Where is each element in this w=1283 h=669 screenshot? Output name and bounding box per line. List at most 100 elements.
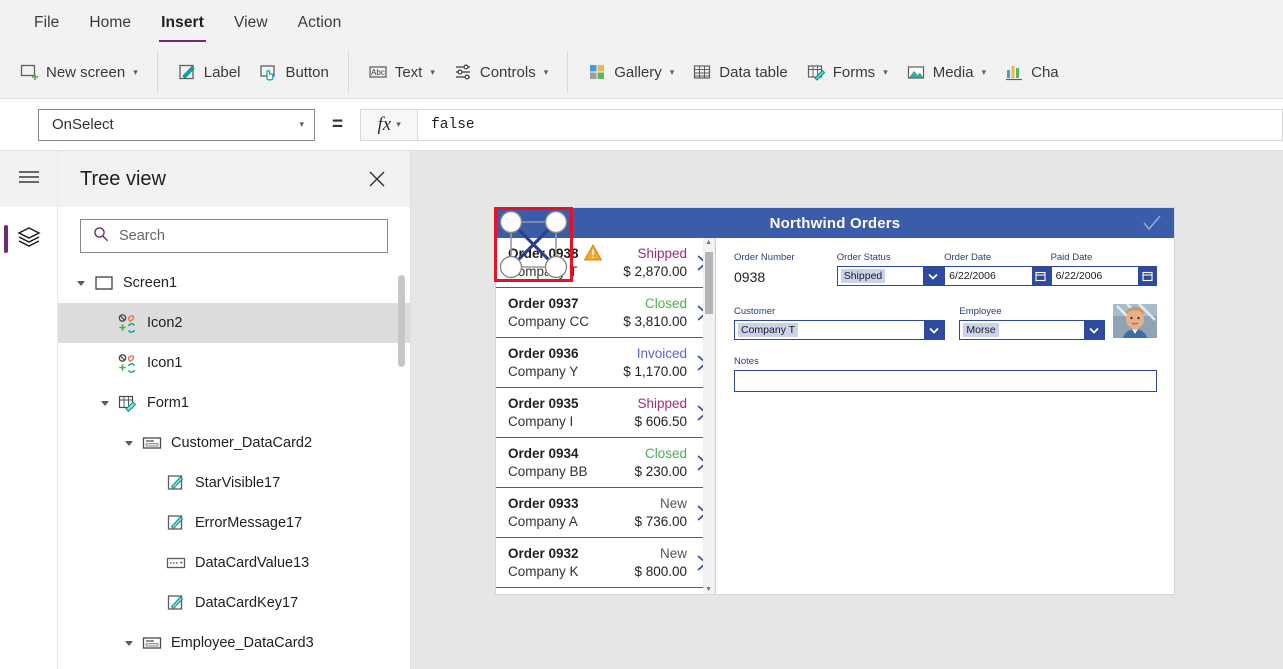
search-input[interactable] bbox=[119, 228, 375, 244]
notes-input[interactable] bbox=[734, 370, 1157, 392]
new-screen-button[interactable]: New screen ▾ bbox=[10, 56, 147, 88]
text-button[interactable]: Abc Text ▾ bbox=[359, 56, 444, 88]
controls-button[interactable]: Controls ▾ bbox=[444, 56, 557, 88]
chevron-down-icon: ▾ bbox=[396, 119, 401, 129]
data-table-button[interactable]: Data table bbox=[683, 56, 796, 88]
gallery-order-number: Order 0936 bbox=[508, 345, 579, 361]
tree-item-datacardkey17[interactable]: DataCardKey17 bbox=[58, 583, 410, 623]
detail-row-1: Order Number 0938 Order Status Shipped O… bbox=[734, 252, 1158, 288]
gallery-order-number: Order 0934 bbox=[508, 445, 579, 461]
tree-item-label: Screen1 bbox=[123, 275, 178, 291]
gallery-status: Invoiced bbox=[636, 345, 687, 361]
fx-icon: fx bbox=[377, 113, 392, 135]
property-selector-value: OnSelect bbox=[52, 116, 114, 133]
order-number-value: 0938 bbox=[734, 269, 766, 285]
expand-twisty-icon[interactable] bbox=[122, 436, 136, 450]
calendar-icon[interactable] bbox=[1031, 267, 1050, 285]
expand-twisty-icon[interactable] bbox=[98, 396, 112, 410]
hamburger-menu-button[interactable] bbox=[0, 151, 57, 207]
forms-button[interactable]: Forms ▾ bbox=[797, 56, 897, 88]
no-twisty bbox=[146, 556, 160, 570]
tree-item-starvisible17[interactable]: StarVisible17 bbox=[58, 463, 410, 503]
tree-item-icon2[interactable]: Icon2 bbox=[58, 303, 410, 343]
ribbon-toolbar: New screen ▾ Label Button Abc Text ▾ Con… bbox=[0, 46, 1283, 99]
menu-item-view[interactable]: View bbox=[232, 10, 270, 36]
chevron-down-icon: ▾ bbox=[543, 66, 549, 77]
gallery-item[interactable]: Order 0938 Company T Shipped $ 2,870.00 bbox=[496, 238, 715, 288]
tree-scrollbar-thumb[interactable] bbox=[398, 275, 405, 367]
order-date-picker[interactable]: 6/22/2006 bbox=[944, 266, 1051, 286]
label-button[interactable]: Label bbox=[168, 56, 250, 88]
close-icon[interactable] bbox=[366, 168, 388, 190]
employee-avatar bbox=[1113, 304, 1157, 338]
tree-item-datacardvalue13[interactable]: DataCardValue13 bbox=[58, 543, 410, 583]
gallery-company: Company K bbox=[508, 563, 579, 579]
tree-item-errormessage17[interactable]: ErrorMessage17 bbox=[58, 503, 410, 543]
tree-view-rail-button[interactable] bbox=[0, 207, 57, 271]
tree-item-screen1[interactable]: Screen1 bbox=[58, 263, 410, 303]
paid-date-label: Paid Date bbox=[1050, 252, 1093, 263]
gallery-button-label: Gallery bbox=[614, 63, 662, 81]
employee-dropdown[interactable]: Morse bbox=[959, 320, 1105, 340]
gallery-item[interactable]: Order 0934 Company BB Closed $ 230.00 bbox=[496, 438, 715, 488]
tree-item-label: StarVisible17 bbox=[195, 475, 281, 491]
menu-item-insert[interactable]: Insert bbox=[159, 10, 206, 42]
dropdown-chevron-icon[interactable] bbox=[923, 267, 944, 285]
tree-list[interactable]: Screen1 Icon2 Icon1 Form1 Customer_DataC… bbox=[58, 263, 410, 669]
scroll-down-arrow-icon[interactable]: ▼ bbox=[705, 586, 712, 593]
menu-item-file[interactable]: File bbox=[32, 10, 61, 36]
gallery-item[interactable]: Order 0933 Company A New $ 736.00 bbox=[496, 488, 715, 538]
tree-item-customer-datacard2[interactable]: Customer_DataCard2 bbox=[58, 423, 410, 463]
expand-twisty-icon[interactable] bbox=[122, 636, 136, 650]
expand-twisty-icon[interactable] bbox=[74, 276, 88, 290]
notes-label: Notes bbox=[734, 356, 759, 367]
media-button[interactable]: Media ▾ bbox=[897, 56, 995, 88]
layers-icon bbox=[16, 224, 42, 255]
customer-dropdown[interactable]: Company T bbox=[734, 320, 946, 340]
tree-view-title: Tree view bbox=[80, 167, 166, 190]
gallery-scrollbar-thumb[interactable] bbox=[705, 252, 713, 314]
notes-field: Notes bbox=[734, 356, 1157, 392]
scroll-up-arrow-icon[interactable]: ▲ bbox=[705, 239, 712, 246]
orders-gallery[interactable]: Order 0938 Company T Shipped $ 2,870.00 bbox=[496, 238, 716, 594]
calendar-icon[interactable] bbox=[1138, 267, 1157, 285]
search-box[interactable] bbox=[80, 219, 388, 253]
tree-item-form1[interactable]: Form1 bbox=[58, 383, 410, 423]
menu-item-home[interactable]: Home bbox=[87, 10, 133, 36]
order-status-dropdown[interactable]: Shipped bbox=[836, 266, 945, 286]
gallery-amount: $ 800.00 bbox=[634, 563, 687, 579]
gallery-item[interactable]: Order 0935 Company I Shipped $ 606.50 bbox=[496, 388, 715, 438]
text-icon: Abc bbox=[368, 62, 388, 82]
tree-item-label: Employee_DataCard3 bbox=[171, 635, 314, 651]
gallery-scrollbar[interactable]: ▲ ▼ bbox=[703, 238, 715, 594]
power-apps-studio: File Home Insert View Action New screen … bbox=[0, 0, 1283, 669]
app-canvas-area: Northwind Orders Order 0938 Company T Sh… bbox=[411, 151, 1283, 669]
icon-control-icon bbox=[117, 312, 139, 334]
check-icon[interactable] bbox=[1142, 214, 1162, 232]
label-ctl-icon bbox=[165, 592, 187, 614]
gallery-item[interactable]: Order 0937 Company CC Closed $ 3,810.00 bbox=[496, 288, 715, 338]
gallery-company: Company BB bbox=[508, 463, 588, 479]
charts-button[interactable]: Cha bbox=[995, 56, 1068, 88]
fx-button[interactable]: fx ▾ bbox=[360, 108, 418, 141]
icon-control-icon bbox=[117, 352, 139, 374]
dropdown-chevron-icon[interactable] bbox=[1084, 321, 1104, 339]
dropdown-chevron-icon[interactable] bbox=[924, 321, 945, 339]
button-button[interactable]: Button bbox=[249, 56, 337, 88]
gallery-button[interactable]: Gallery ▾ bbox=[578, 56, 683, 88]
gallery-amount: $ 230.00 bbox=[634, 463, 687, 479]
property-selector[interactable]: OnSelect ▾ bbox=[38, 108, 315, 141]
order-number-label: Order Number bbox=[734, 252, 795, 263]
no-twisty bbox=[146, 476, 160, 490]
form-icon bbox=[117, 392, 139, 414]
gallery-company: Company A bbox=[508, 513, 578, 529]
tree-item-icon1[interactable]: Icon1 bbox=[58, 343, 410, 383]
menu-item-action[interactable]: Action bbox=[296, 10, 344, 36]
gallery-item[interactable]: Order 0932 Company K New $ 800.00 bbox=[496, 538, 715, 588]
tree-view-header: Tree view bbox=[58, 151, 410, 207]
formula-input[interactable]: false bbox=[417, 108, 1283, 141]
gallery-item[interactable]: Order 0936 Company Y Invoiced $ 1,170.00 bbox=[496, 338, 715, 388]
tree-item-employee-datacard3[interactable]: Employee_DataCard3 bbox=[58, 623, 410, 663]
no-twisty bbox=[146, 516, 160, 530]
paid-date-picker[interactable]: 6/22/2006 bbox=[1050, 266, 1158, 286]
